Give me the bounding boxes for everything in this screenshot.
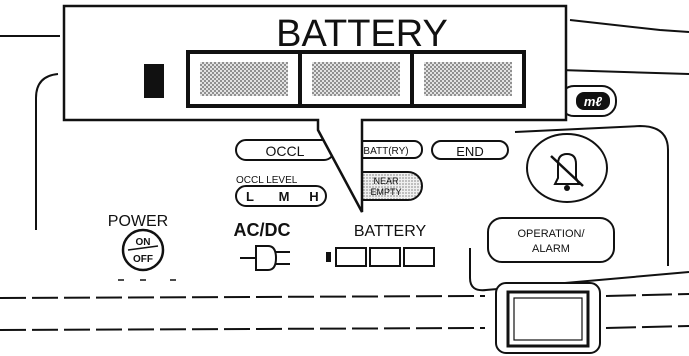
- battery-label: BATTERY: [354, 223, 427, 240]
- housing-bottom-dashed-2: [0, 327, 486, 331]
- operation-alarm-line2: ALARM: [532, 243, 570, 255]
- square-button[interactable]: [495, 282, 601, 354]
- ml-button-label: mℓ: [584, 94, 603, 109]
- power-label: POWER: [108, 213, 168, 230]
- indicator-end-label: END: [456, 144, 483, 159]
- occl-level-label: OCCL LEVEL: [236, 175, 298, 186]
- callout-title: BATTERY: [276, 13, 448, 55]
- ml-button[interactable]: mℓ: [559, 85, 617, 117]
- housing-top-line-right: [569, 19, 689, 33]
- power-button[interactable]: ON OFF: [121, 228, 165, 272]
- indicator-occl-label: OCCL: [266, 143, 305, 159]
- housing-bottom-dashed-1: [0, 295, 486, 299]
- occl-level-l: L: [246, 189, 254, 204]
- device-panel-diagram: mℓ OCCL BATT(RY) END NEAR EMPTY OCCL LEV…: [0, 4, 689, 354]
- panel-outline-top-right: [559, 69, 689, 75]
- indicator-occl: OCCL: [235, 139, 335, 161]
- housing-bottom-dashed-4: [605, 325, 689, 329]
- indicator-end: END: [431, 140, 509, 160]
- acdc-label: AC/DC: [234, 220, 291, 240]
- operation-alarm-indicator: OPERATION/ ALARM: [487, 217, 615, 263]
- indicator-near-empty-line1: NEAR: [373, 176, 399, 186]
- occl-level-m: M: [279, 189, 290, 204]
- indicator-battery-label: BATT(RY): [363, 146, 408, 157]
- panel-outline-left: [35, 73, 59, 230]
- power-off-label: OFF: [133, 254, 153, 265]
- occl-level-h: H: [309, 189, 318, 204]
- power-on-label: ON: [136, 237, 151, 248]
- alarm-silence-button[interactable]: [526, 133, 608, 203]
- occl-level-group: OCCL LEVEL L M H: [235, 175, 327, 207]
- battery-gauge-icon: [326, 247, 435, 267]
- battery-gauge-large-icon: [144, 50, 526, 108]
- plug-icon: [240, 245, 290, 271]
- indicator-near-empty-line2: EMPTY: [370, 187, 401, 197]
- housing-bottom-dashed-3: [605, 293, 689, 297]
- operation-alarm-line1: OPERATION/: [517, 228, 585, 240]
- battery-callout: BATTERY: [62, 4, 568, 213]
